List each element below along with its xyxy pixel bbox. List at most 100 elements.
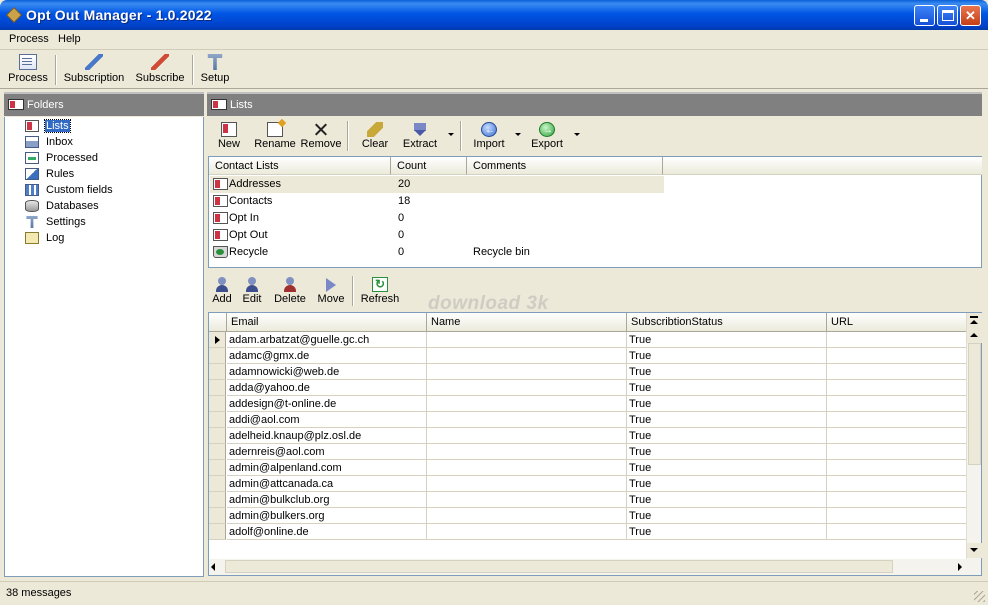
column-header-comments[interactable]: Comments	[467, 157, 663, 175]
email-cell[interactable]: adamnowicki@web.de	[227, 364, 427, 380]
status-cell[interactable]: True	[627, 332, 827, 348]
name-cell[interactable]	[427, 412, 627, 428]
row-indicator[interactable]	[209, 508, 226, 524]
resize-grip-icon[interactable]	[974, 591, 985, 602]
name-cell[interactable]	[427, 524, 627, 540]
status-cell[interactable]: True	[627, 444, 827, 460]
add-contact-button[interactable]: Add	[210, 274, 234, 308]
vertical-scroll-thumb[interactable]	[968, 343, 981, 465]
email-cell[interactable]: adolf@online.de	[227, 524, 427, 540]
setup-button[interactable]: Setup	[197, 52, 233, 88]
email-cell[interactable]: adelheid.knaup@plz.osl.de	[227, 428, 427, 444]
url-cell[interactable]	[827, 428, 967, 444]
url-cell[interactable]	[827, 396, 967, 412]
row-indicator[interactable]	[209, 524, 226, 540]
scroll-left-icon[interactable]	[211, 563, 215, 571]
row-indicator[interactable]	[209, 476, 226, 492]
email-cell[interactable]: admin@bulkclub.org	[227, 492, 427, 508]
vertical-scrollbar[interactable]	[966, 313, 982, 559]
row-indicator[interactable]	[209, 364, 226, 380]
status-cell[interactable]: True	[627, 348, 827, 364]
new-list-button[interactable]: New	[213, 119, 245, 153]
horizontal-scroll-thumb[interactable]	[225, 560, 893, 573]
move-contact-button[interactable]: Move	[316, 274, 346, 308]
url-cell[interactable]	[827, 508, 967, 524]
email-cell[interactable]: adda@yahoo.de	[227, 380, 427, 396]
status-cell[interactable]: True	[627, 364, 827, 380]
column-header-email[interactable]: Email	[227, 313, 427, 332]
email-cell[interactable]: addi@aol.com	[227, 412, 427, 428]
delete-contact-button[interactable]: Delete	[272, 274, 308, 308]
email-cell[interactable]: admin@alpenland.com	[227, 460, 427, 476]
url-cell[interactable]	[827, 492, 967, 508]
table-row[interactable]: adernreis@aol.com True	[209, 444, 967, 460]
status-cell[interactable]: True	[627, 492, 827, 508]
table-row[interactable]: admin@bulkers.org True	[209, 508, 967, 524]
maximize-button[interactable]	[937, 5, 958, 26]
table-row[interactable]: admin@attcanada.ca True	[209, 476, 967, 492]
column-header-subscription-status[interactable]: SubscribtionStatus	[627, 313, 827, 332]
name-cell[interactable]	[427, 396, 627, 412]
column-header-count[interactable]: Count	[391, 157, 467, 175]
url-cell[interactable]	[827, 364, 967, 380]
row-indicator[interactable]	[209, 444, 226, 460]
list-row-addresses[interactable]: Addresses 20	[210, 176, 664, 193]
table-row[interactable]: adamnowicki@web.de True	[209, 364, 967, 380]
name-cell[interactable]	[427, 508, 627, 524]
subscription-button[interactable]: Subscription	[61, 52, 127, 88]
url-cell[interactable]	[827, 460, 967, 476]
url-cell[interactable]	[827, 348, 967, 364]
list-row-recycle[interactable]: Recycle 0 Recycle bin	[210, 244, 664, 261]
status-cell[interactable]: True	[627, 476, 827, 492]
export-button[interactable]: → Export	[529, 119, 565, 153]
column-header-url[interactable]: URL	[827, 313, 967, 332]
table-row[interactable]: adolf@online.de True	[209, 524, 967, 540]
name-cell[interactable]	[427, 348, 627, 364]
name-cell[interactable]	[427, 332, 627, 348]
row-indicator[interactable]	[209, 412, 226, 428]
url-cell[interactable]	[827, 524, 967, 540]
table-row[interactable]: adelheid.knaup@plz.osl.de True	[209, 428, 967, 444]
list-row-contacts[interactable]: Contacts 18	[210, 193, 664, 210]
extract-dropdown-arrow[interactable]	[448, 133, 454, 136]
name-cell[interactable]	[427, 380, 627, 396]
column-header-contact-lists[interactable]: Contact Lists	[209, 157, 391, 175]
status-cell[interactable]: True	[627, 412, 827, 428]
table-row[interactable]: addesign@t-online.de True	[209, 396, 967, 412]
row-indicator[interactable]	[209, 492, 226, 508]
minimize-button[interactable]	[914, 5, 935, 26]
name-cell[interactable]	[427, 428, 627, 444]
url-cell[interactable]	[827, 444, 967, 460]
row-indicator[interactable]	[209, 332, 226, 348]
import-dropdown-arrow[interactable]	[515, 133, 521, 136]
import-button[interactable]: ← Import	[470, 119, 508, 153]
row-indicator[interactable]	[209, 460, 226, 476]
table-row[interactable]: adam.arbatzat@guelle.gc.ch True	[209, 332, 967, 348]
edit-contact-button[interactable]: Edit	[240, 274, 264, 308]
status-cell[interactable]: True	[627, 508, 827, 524]
clear-list-button[interactable]: Clear	[359, 119, 391, 153]
column-header-name[interactable]: Name	[427, 313, 627, 332]
close-button[interactable]: ✕	[960, 5, 981, 26]
email-cell[interactable]: adamc@gmx.de	[227, 348, 427, 364]
scroll-up-button[interactable]	[967, 328, 982, 343]
row-indicator[interactable]	[209, 428, 226, 444]
name-cell[interactable]	[427, 460, 627, 476]
status-cell[interactable]: True	[627, 380, 827, 396]
name-cell[interactable]	[427, 444, 627, 460]
email-cell[interactable]: admin@bulkers.org	[227, 508, 427, 524]
row-indicator[interactable]	[209, 396, 226, 412]
url-cell[interactable]	[827, 412, 967, 428]
refresh-button[interactable]: Refresh	[360, 274, 400, 308]
status-cell[interactable]: True	[627, 460, 827, 476]
rename-list-button[interactable]: Rename	[253, 119, 297, 153]
url-cell[interactable]	[827, 476, 967, 492]
row-indicator[interactable]	[209, 348, 226, 364]
email-cell[interactable]: admin@attcanada.ca	[227, 476, 427, 492]
table-row[interactable]: admin@alpenland.com True	[209, 460, 967, 476]
list-row-opt-out[interactable]: Opt Out 0	[210, 227, 664, 244]
email-cell[interactable]: addesign@t-online.de	[227, 396, 427, 412]
name-cell[interactable]	[427, 492, 627, 508]
subscribe-button[interactable]: Subscribe	[134, 52, 186, 88]
email-cell[interactable]: adam.arbatzat@guelle.gc.ch	[227, 332, 427, 348]
